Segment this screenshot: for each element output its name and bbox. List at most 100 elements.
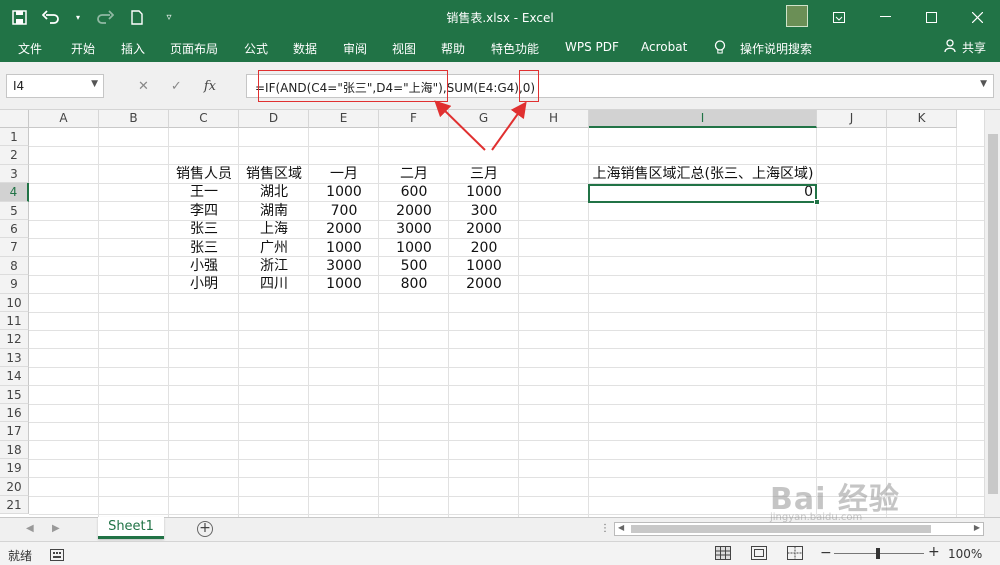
horizontal-scrollbar[interactable]: ◀ ▶ bbox=[614, 522, 984, 536]
cell-c7[interactable]: 张三 bbox=[169, 239, 239, 257]
cell-c4[interactable]: 王一 bbox=[169, 183, 239, 201]
tab-data[interactable]: 数据 bbox=[293, 40, 317, 57]
fill-handle[interactable] bbox=[814, 199, 820, 205]
cell-d4[interactable]: 湖北 bbox=[239, 183, 309, 201]
insert-function-icon[interactable]: fx bbox=[204, 79, 216, 94]
cell-c3[interactable]: 销售人员 bbox=[169, 165, 239, 183]
vertical-scrollbar[interactable] bbox=[984, 110, 1000, 517]
row-header[interactable]: 11 bbox=[0, 312, 29, 331]
expand-formula-icon[interactable]: ▼ bbox=[980, 79, 987, 89]
cell-d3[interactable]: 销售区域 bbox=[239, 165, 309, 183]
cell-f7[interactable]: 1000 bbox=[379, 239, 449, 257]
enter-icon[interactable]: ✓ bbox=[171, 79, 182, 94]
row-header[interactable]: 12 bbox=[0, 330, 29, 349]
row-header[interactable]: 10 bbox=[0, 293, 29, 312]
cell-e4[interactable]: 1000 bbox=[309, 183, 379, 201]
macro-record-icon[interactable] bbox=[49, 549, 64, 564]
scroll-thumb[interactable] bbox=[988, 134, 998, 494]
avatar[interactable] bbox=[786, 5, 808, 27]
row-header[interactable]: 16 bbox=[0, 404, 29, 423]
column-header-d[interactable]: D bbox=[239, 110, 309, 128]
row-header[interactable]: 2 bbox=[0, 146, 29, 165]
row-header[interactable]: 20 bbox=[0, 477, 29, 496]
column-header-h[interactable]: H bbox=[519, 110, 589, 128]
scroll-right-icon[interactable]: ▶ bbox=[974, 523, 980, 532]
column-header-a[interactable]: A bbox=[29, 110, 99, 128]
select-all-corner[interactable] bbox=[0, 110, 29, 128]
cell-d8[interactable]: 浙江 bbox=[239, 257, 309, 275]
row-header[interactable]: 17 bbox=[0, 422, 29, 441]
minimize-icon[interactable] bbox=[862, 0, 908, 34]
row-header[interactable]: 4 bbox=[0, 183, 29, 202]
tab-wps-pdf[interactable]: WPS PDF bbox=[565, 40, 619, 54]
add-sheet-icon[interactable]: + bbox=[197, 521, 213, 537]
zoom-knob[interactable] bbox=[876, 548, 880, 559]
cell-e6[interactable]: 2000 bbox=[309, 220, 379, 238]
maximize-icon[interactable] bbox=[908, 0, 954, 34]
cell-f9[interactable]: 800 bbox=[379, 275, 449, 293]
row-header[interactable]: 13 bbox=[0, 348, 29, 368]
chevron-down-icon[interactable]: ▼ bbox=[91, 79, 98, 89]
column-header-b[interactable]: B bbox=[99, 110, 169, 128]
normal-view-icon[interactable] bbox=[714, 545, 732, 561]
share-button[interactable]: 共享 bbox=[944, 39, 986, 56]
row-header[interactable]: 3 bbox=[0, 164, 29, 184]
ribbon-display-icon[interactable] bbox=[816, 0, 862, 34]
tab-split-icon[interactable]: ⋮ bbox=[600, 523, 610, 534]
cell-e5[interactable]: 700 bbox=[309, 202, 379, 220]
cell-c8[interactable]: 小强 bbox=[169, 257, 239, 275]
tell-me-search[interactable]: 操作说明搜索 bbox=[740, 40, 812, 57]
cell-g7[interactable]: 200 bbox=[449, 239, 519, 257]
tab-insert[interactable]: 插入 bbox=[121, 40, 145, 57]
cell-f8[interactable]: 500 bbox=[379, 257, 449, 275]
tab-home[interactable]: 开始 bbox=[71, 40, 95, 57]
cell-g8[interactable]: 1000 bbox=[449, 257, 519, 275]
page-layout-view-icon[interactable] bbox=[750, 545, 768, 561]
tab-view[interactable]: 视图 bbox=[392, 40, 416, 57]
tab-file[interactable]: 文件 bbox=[18, 40, 42, 57]
column-header-k[interactable]: K bbox=[887, 110, 957, 128]
cell-c5[interactable]: 李四 bbox=[169, 202, 239, 220]
column-header-g[interactable]: G bbox=[449, 110, 519, 128]
cell-d9[interactable]: 四川 bbox=[239, 275, 309, 293]
cell-g5[interactable]: 300 bbox=[449, 202, 519, 220]
cell-f5[interactable]: 2000 bbox=[379, 202, 449, 220]
tab-formulas[interactable]: 公式 bbox=[244, 40, 268, 57]
cell-f6[interactable]: 3000 bbox=[379, 220, 449, 238]
cell-g3[interactable]: 三月 bbox=[449, 165, 519, 183]
tab-review[interactable]: 审阅 bbox=[343, 40, 367, 57]
cell-f3[interactable]: 二月 bbox=[379, 165, 449, 183]
row-header[interactable]: 18 bbox=[0, 440, 29, 460]
tab-special-features[interactable]: 特色功能 bbox=[491, 40, 539, 57]
cell-i3[interactable]: 上海销售区域汇总(张三、上海区域) bbox=[589, 165, 817, 183]
row-header[interactable]: 6 bbox=[0, 220, 29, 239]
row-header[interactable]: 21 bbox=[0, 496, 29, 515]
cell-d7[interactable]: 广州 bbox=[239, 239, 309, 257]
zoom-in-icon[interactable]: + bbox=[928, 544, 940, 560]
row-header[interactable]: 19 bbox=[0, 459, 29, 478]
cell-e8[interactable]: 3000 bbox=[309, 257, 379, 275]
cancel-icon[interactable]: ✕ bbox=[138, 79, 149, 94]
lightbulb-icon[interactable] bbox=[714, 40, 726, 58]
tab-page-layout[interactable]: 页面布局 bbox=[170, 40, 218, 57]
cell-f4[interactable]: 600 bbox=[379, 183, 449, 201]
row-header[interactable]: 8 bbox=[0, 256, 29, 276]
cell-d6[interactable]: 上海 bbox=[239, 220, 309, 238]
cell-g9[interactable]: 2000 bbox=[449, 275, 519, 293]
cell-c9[interactable]: 小明 bbox=[169, 275, 239, 293]
close-icon[interactable] bbox=[954, 0, 1000, 34]
cell-e9[interactable]: 1000 bbox=[309, 275, 379, 293]
name-box[interactable]: I4 ▼ bbox=[6, 74, 104, 98]
row-header[interactable]: 9 bbox=[0, 275, 29, 294]
scroll-thumb[interactable] bbox=[631, 525, 931, 533]
row-header[interactable]: 1 bbox=[0, 128, 29, 147]
tab-acrobat[interactable]: Acrobat bbox=[641, 40, 687, 54]
zoom-slider[interactable]: − + bbox=[820, 544, 940, 561]
cell-e3[interactable]: 一月 bbox=[309, 165, 379, 183]
row-header[interactable]: 14 bbox=[0, 367, 29, 386]
tab-help[interactable]: 帮助 bbox=[441, 40, 465, 57]
cell-g4[interactable]: 1000 bbox=[449, 183, 519, 201]
zoom-out-icon[interactable]: − bbox=[820, 545, 832, 561]
row-header[interactable]: 7 bbox=[0, 238, 29, 257]
next-sheet-icon[interactable]: ▶ bbox=[52, 523, 60, 534]
